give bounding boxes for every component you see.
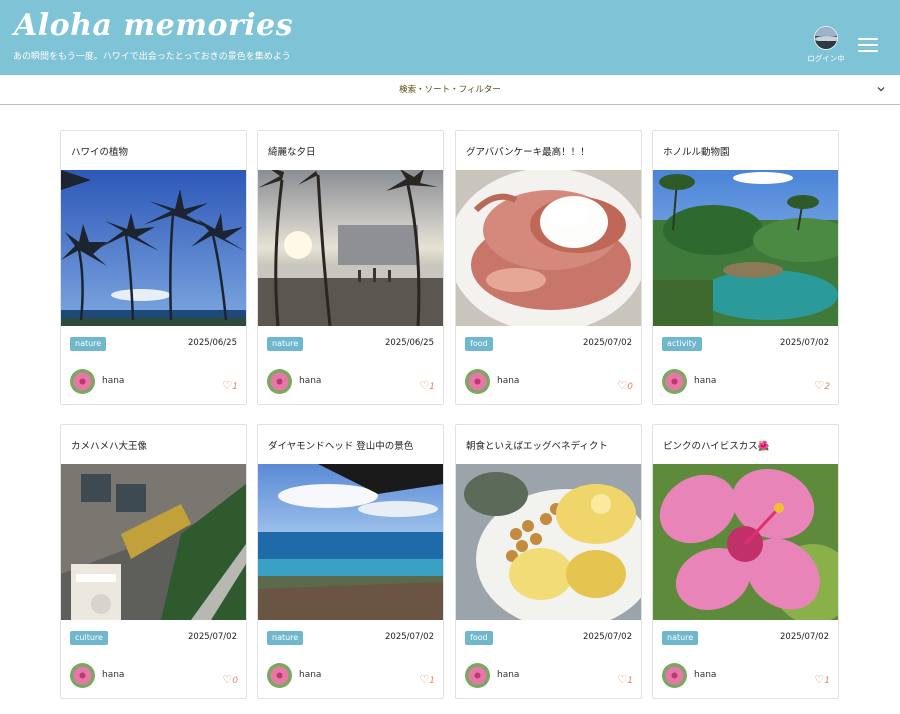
category-tag[interactable]: nature (267, 337, 304, 351)
like-count: 1 (429, 382, 435, 392)
user-name[interactable]: hana (299, 376, 321, 386)
user-avatar[interactable] (465, 663, 490, 688)
post-card[interactable]: ホノルル動物園 activity 2025/07/02 hana ♡2 (652, 130, 839, 405)
category-tag[interactable]: food (465, 631, 493, 645)
heart-icon[interactable]: ♡ (222, 673, 232, 686)
category-tag[interactable]: nature (70, 337, 107, 351)
like-button[interactable]: ♡1 (617, 673, 633, 686)
post-photo[interactable] (61, 170, 246, 326)
category-tag[interactable]: culture (70, 631, 108, 645)
hamburger-menu-icon[interactable] (858, 38, 878, 52)
heart-icon[interactable]: ♡ (419, 379, 429, 392)
post-title[interactable]: グアバパンケーキ最高！！！ (466, 144, 590, 158)
like-button[interactable]: ♡2 (814, 379, 830, 392)
post-date: 2025/06/25 (188, 338, 237, 348)
like-button[interactable]: ♡1 (419, 379, 435, 392)
post-date: 2025/07/02 (780, 338, 829, 348)
heart-icon[interactable]: ♡ (814, 379, 824, 392)
like-count: 1 (429, 676, 435, 686)
post-photo[interactable] (258, 170, 443, 326)
user-avatar[interactable] (662, 369, 687, 394)
post-title[interactable]: ホノルル動物園 (663, 144, 730, 158)
user-avatar[interactable] (267, 663, 292, 688)
post-photo[interactable] (456, 170, 641, 326)
chevron-down-icon[interactable] (876, 84, 886, 94)
post-card[interactable]: 綺麗な夕日 nature 2025/06/25 hana ♡1 (257, 130, 444, 405)
like-count: 0 (232, 676, 238, 686)
like-button[interactable]: ♡0 (222, 673, 238, 686)
like-button[interactable]: ♡1 (419, 673, 435, 686)
post-title[interactable]: 朝食といえばエッグベネディクト (466, 438, 608, 452)
user-name[interactable]: hana (102, 376, 124, 386)
post-card[interactable]: カメハメハ大王像 culture 2025/07/02 hana ♡0 (60, 424, 247, 699)
category-tag[interactable]: nature (662, 631, 699, 645)
heart-icon[interactable]: ♡ (617, 379, 627, 392)
like-button[interactable]: ♡0 (617, 379, 633, 392)
like-count: 0 (627, 382, 633, 392)
post-date: 2025/07/02 (583, 632, 632, 642)
post-photo[interactable] (456, 464, 641, 620)
user-avatar[interactable] (662, 663, 687, 688)
category-tag[interactable]: activity (662, 337, 702, 351)
post-date: 2025/06/25 (385, 338, 434, 348)
site-tagline: あの瞬間をもう一度。ハワイで出会ったとっておきの景色を集めよう (13, 52, 291, 62)
heart-icon[interactable]: ♡ (617, 673, 627, 686)
post-photo[interactable] (258, 464, 443, 620)
post-card[interactable]: ピンクのハイビスカス🌺 nature 2025/07/02 hana ♡1 (652, 424, 839, 699)
post-photo[interactable] (653, 170, 838, 326)
heart-icon[interactable]: ♡ (814, 673, 824, 686)
user-name[interactable]: hana (694, 670, 716, 680)
filter-bar[interactable]: 検索・ソート・フィルター (0, 75, 900, 105)
post-card[interactable]: グアバパンケーキ最高！！！ food 2025/07/02 hana ♡0 (455, 130, 642, 405)
post-title[interactable]: ハワイの植物 (71, 144, 128, 158)
user-name[interactable]: hana (102, 670, 124, 680)
user-name[interactable]: hana (497, 670, 519, 680)
user-avatar[interactable] (465, 369, 490, 394)
like-count: 1 (627, 676, 633, 686)
post-title[interactable]: ピンクのハイビスカス🌺 (663, 438, 770, 452)
like-count: 2 (824, 382, 830, 392)
post-card[interactable]: ダイヤモンドヘッド 登山中の景色 nature 2025/07/02 hana … (257, 424, 444, 699)
user-avatar[interactable] (70, 369, 95, 394)
user-name[interactable]: hana (299, 670, 321, 680)
heart-icon[interactable]: ♡ (222, 379, 232, 392)
post-card[interactable]: 朝食といえばエッグベネディクト food 2025/07/02 hana ♡1 (455, 424, 642, 699)
post-date: 2025/07/02 (780, 632, 829, 642)
like-button[interactable]: ♡1 (814, 673, 830, 686)
post-card[interactable]: ハワイの植物 nature 2025/06/25 hana ♡1 (60, 130, 247, 405)
login-status-label: ログイン中 (807, 54, 845, 63)
post-title[interactable]: ダイヤモンドヘッド 登山中の景色 (268, 438, 413, 452)
post-photo[interactable] (61, 464, 246, 620)
post-date: 2025/07/02 (583, 338, 632, 348)
user-name[interactable]: hana (497, 376, 519, 386)
user-avatar[interactable] (70, 663, 95, 688)
post-date: 2025/07/02 (385, 632, 434, 642)
like-count: 1 (824, 676, 830, 686)
filter-toggle-label[interactable]: 検索・ソート・フィルター (0, 83, 900, 95)
user-name[interactable]: hana (694, 376, 716, 386)
category-tag[interactable]: food (465, 337, 493, 351)
login-status[interactable]: ログイン中 (805, 26, 847, 64)
post-date: 2025/07/02 (188, 632, 237, 642)
post-title[interactable]: 綺麗な夕日 (268, 144, 316, 158)
site-header: Aloha memories あの瞬間をもう一度。ハワイで出会ったとっておきの景… (0, 0, 900, 75)
like-button[interactable]: ♡1 (222, 379, 238, 392)
post-photo[interactable] (653, 464, 838, 620)
post-title[interactable]: カメハメハ大王像 (71, 438, 147, 452)
user-avatar[interactable] (267, 369, 292, 394)
heart-icon[interactable]: ♡ (419, 673, 429, 686)
like-count: 1 (232, 382, 238, 392)
category-tag[interactable]: nature (267, 631, 304, 645)
login-avatar[interactable] (814, 26, 838, 50)
site-logo[interactable]: Aloha memories (14, 8, 293, 43)
